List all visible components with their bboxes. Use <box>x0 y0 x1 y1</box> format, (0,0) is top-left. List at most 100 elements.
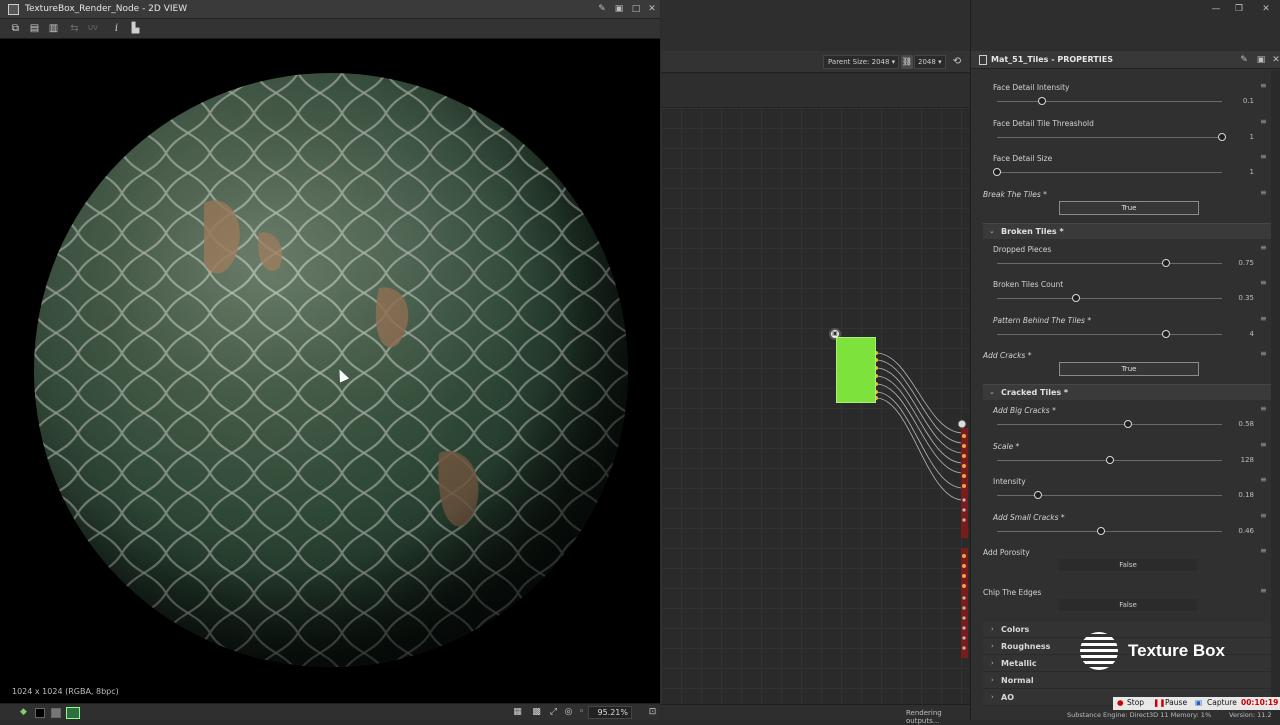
properties-header: Mat_51_Tiles - PROPERTIES ✎ ▣ ✕ <box>971 51 1280 69</box>
graph-canvas[interactable] <box>661 108 970 704</box>
slider-handle[interactable] <box>1034 491 1042 499</box>
slider-track[interactable] <box>997 333 1222 335</box>
slider-handle[interactable] <box>1124 420 1132 428</box>
viewport-2d[interactable] <box>4 41 658 697</box>
property-menu-icon[interactable]: ≡ <box>1260 475 1267 484</box>
group-label: Broken Tiles * <box>1001 226 1064 236</box>
uv-icon[interactable]: UV <box>86 22 100 35</box>
property-group-header[interactable]: ⌄ Cracked Tiles * <box>983 384 1271 400</box>
slider-handle[interactable] <box>1106 455 1114 464</box>
maximize-icon[interactable]: □ <box>631 4 641 14</box>
histogram-icon[interactable]: ▙ <box>129 22 142 35</box>
slider-track[interactable] <box>997 136 1222 138</box>
pause-icon[interactable]: ❚❚ <box>1153 698 1166 707</box>
layers-icon[interactable]: ◆ <box>18 707 29 718</box>
property-menu-icon[interactable]: ≡ <box>1260 278 1267 287</box>
property-value: 0.75 <box>1238 258 1254 267</box>
slider-track[interactable] <box>997 298 1222 299</box>
stop-label[interactable]: Stop <box>1127 698 1144 707</box>
toggle-button[interactable]: True <box>1059 200 1199 215</box>
restore-icon[interactable]: ❐ <box>1234 4 1244 14</box>
property-menu-icon[interactable]: ≡ <box>1260 314 1267 323</box>
chevron-down-icon: ⌄ <box>989 226 995 235</box>
property-label: Add Porosity <box>983 548 1030 557</box>
reset-icon[interactable]: ⟲ <box>951 55 963 69</box>
zoom-field[interactable]: 95.21% <box>588 706 632 719</box>
property-menu-icon[interactable]: ≡ <box>1260 81 1267 90</box>
toggle-button[interactable]: False <box>1059 559 1197 571</box>
view-2d-bottombar: ◆ ▦ ▩ ⤢ ◎ ◦ 95.21% ⊡ <box>0 703 660 720</box>
section-normal[interactable]: › Normal <box>983 672 1271 689</box>
graph-node-tiles[interactable] <box>836 337 876 403</box>
slider-track[interactable] <box>997 424 1222 425</box>
gray-background-swatch[interactable] <box>51 708 61 718</box>
toggle-button[interactable]: False <box>1059 599 1197 611</box>
slider-handle[interactable] <box>1162 329 1170 338</box>
slider-handle[interactable] <box>1162 258 1170 267</box>
float-icon[interactable]: ▣ <box>1256 55 1266 65</box>
save-copy-icon[interactable]: ▥ <box>47 22 60 35</box>
capture-icon[interactable]: ▣ <box>1195 698 1202 707</box>
pin-icon[interactable]: ✎ <box>597 4 607 14</box>
save-icon[interactable]: ▤ <box>28 22 41 35</box>
toggle-button[interactable]: True <box>1059 362 1199 376</box>
zoom-out-icon[interactable]: ◦ <box>576 707 587 718</box>
section-label: AO <box>1001 693 1014 702</box>
property-group-header[interactable]: ⌄ Broken Tiles * <box>983 222 1271 239</box>
info-icon[interactable]: i <box>110 22 123 35</box>
pause-label[interactable]: Pause <box>1165 698 1187 707</box>
grid-icon[interactable]: ▦ <box>512 707 523 718</box>
black-background-swatch[interactable] <box>35 708 45 718</box>
minimize-icon[interactable]: — <box>1211 4 1221 14</box>
checker-background-swatch[interactable] <box>66 707 80 719</box>
stop-icon[interactable]: ● <box>1117 698 1124 707</box>
link-icon[interactable]: ⛓ <box>901 55 913 69</box>
chevron-down-icon: ▾ <box>891 58 896 66</box>
view-2d-toolbar: ⧉ ▤ ▥ ⇆ UV i ▙ <box>0 19 660 39</box>
parent-size-dropdown[interactable]: Parent Size: 2048 ▾ <box>823 55 899 69</box>
size-dropdown[interactable]: 2048 ▾ <box>914 55 946 69</box>
app-close-icon[interactable]: ✕ <box>1261 4 1271 14</box>
properties-scrollbar[interactable] <box>1271 70 1280 720</box>
panel-icon <box>8 4 19 15</box>
property-menu-icon[interactable]: ≡ <box>1260 440 1267 449</box>
recording-time: 00:10:19 <box>1241 698 1279 707</box>
slider-handle[interactable] <box>1038 97 1046 105</box>
tile-icon[interactable]: ▩ <box>531 707 542 718</box>
property-label: Break The Tiles * <box>983 189 1047 199</box>
property-menu-icon[interactable]: ≡ <box>1260 243 1267 252</box>
slider-track[interactable] <box>997 101 1222 102</box>
property-menu-icon[interactable]: ≡ <box>1260 188 1267 197</box>
property-menu-icon[interactable]: ≡ <box>1260 404 1267 413</box>
property-menu-icon[interactable]: ≡ <box>1260 152 1267 161</box>
slider-handle[interactable] <box>1072 294 1080 302</box>
close-icon[interactable]: ✕ <box>1271 55 1280 65</box>
property-menu-icon[interactable]: ≡ <box>1260 586 1267 595</box>
chevron-down-icon: ⌄ <box>989 388 995 396</box>
zoom-reset-icon[interactable]: ◎ <box>563 707 574 718</box>
property-menu-icon[interactable]: ≡ <box>1260 117 1267 126</box>
property-label: Dropped Pieces <box>993 244 1052 254</box>
property-label: Add Small Cracks * <box>993 512 1065 522</box>
close-icon[interactable]: ✕ <box>647 4 657 14</box>
copy-icon[interactable]: ⧉ <box>9 22 22 35</box>
property-label: Face Detail Intensity <box>993 83 1070 92</box>
property-menu-icon[interactable]: ≡ <box>1260 349 1267 358</box>
slider-track[interactable] <box>997 530 1222 532</box>
slider-handle[interactable] <box>993 168 1001 176</box>
fit-icon[interactable]: ⤢ <box>548 707 559 718</box>
pin-icon[interactable]: ✎ <box>1239 55 1249 65</box>
float-icon[interactable]: ▣ <box>614 4 624 14</box>
chevron-right-icon: › <box>991 676 994 684</box>
slider-track[interactable] <box>997 262 1222 264</box>
capture-label[interactable]: Capture <box>1207 698 1237 707</box>
channels-icon[interactable]: ⇆ <box>68 22 81 35</box>
slider-track[interactable] <box>997 172 1222 173</box>
image-info-text: 1024 x 1024 (RGBA, 8bpc) <box>12 687 119 696</box>
slider-track[interactable] <box>997 495 1222 496</box>
property-menu-icon[interactable]: ≡ <box>1260 511 1267 520</box>
property-menu-icon[interactable]: ≡ <box>1260 546 1267 555</box>
node-connections <box>874 351 968 658</box>
lock-icon[interactable]: ⊡ <box>647 707 658 718</box>
slider-handle[interactable] <box>1097 526 1105 535</box>
